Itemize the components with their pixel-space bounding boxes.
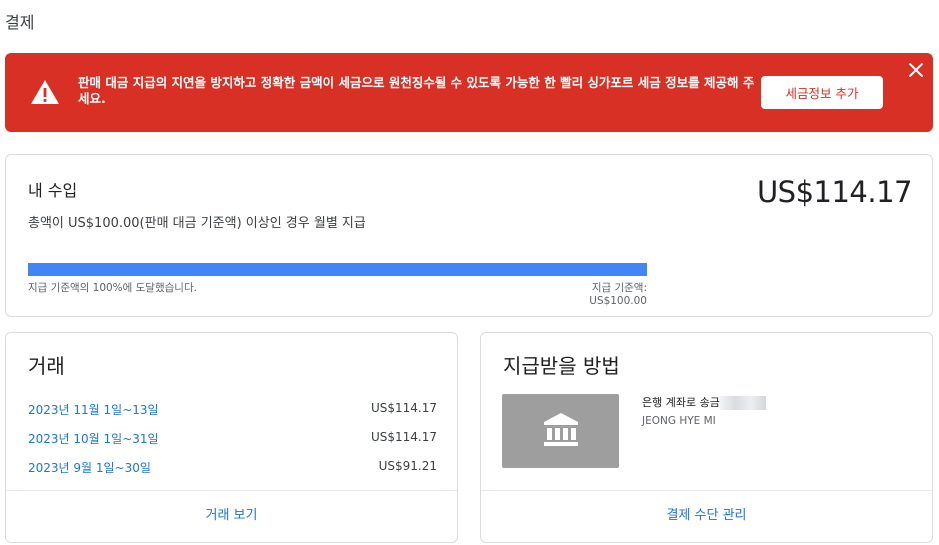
- payout-threshold-description: 총액이 US$100.00(판매 대금 기준액) 이상인 경우 월별 지급: [28, 216, 366, 231]
- redacted-account-number: [719, 396, 766, 410]
- earnings-amount: US$114.17: [756, 175, 913, 209]
- manage-payment-methods-button[interactable]: 결제 수단 관리: [481, 490, 932, 542]
- transaction-period-link[interactable]: 2023년 10월 1일~31일: [28, 430, 159, 447]
- progress-status-label: 지급 기준액의 100%에 도달했습니다.: [28, 282, 197, 294]
- account-holder-name: JEONG HYE MI: [642, 415, 716, 427]
- page-title: 결제: [5, 13, 35, 32]
- view-transactions-button[interactable]: 거래 보기: [6, 490, 457, 542]
- transactions-title: 거래: [28, 354, 65, 378]
- warning-icon: [31, 80, 59, 104]
- payout-progress-bar: [28, 263, 647, 276]
- transactions-card: 거래 2023년 11월 1일~13일 US$114.17 2023년 10월 …: [5, 332, 458, 543]
- earnings-title: 내 수입: [28, 181, 78, 200]
- payout-method-label: 은행 계좌로 송금: [642, 396, 720, 409]
- add-tax-info-button[interactable]: 세금정보 추가: [761, 76, 883, 109]
- payout-method-card: 지급받을 방법 은행 계좌로 송금 JEONG HYE MI 결제 수단 관리: [480, 332, 933, 543]
- transaction-period-link[interactable]: 2023년 9월 1일~30일: [28, 459, 151, 476]
- bank-icon: [544, 413, 578, 446]
- transaction-row: 2023년 11월 1일~13일 US$114.17: [28, 401, 437, 419]
- payout-progress-fill: [28, 263, 647, 276]
- bank-icon-tile: [502, 394, 619, 468]
- tax-info-alert: 판매 대금 지급의 지연을 방지하고 정확한 금액이 세금으로 원천징수될 수 …: [5, 53, 933, 132]
- transaction-row: 2023년 9월 1일~30일 US$91.21: [28, 459, 437, 477]
- transaction-row: 2023년 10월 1일~31일 US$114.17: [28, 430, 437, 448]
- transaction-amount: US$114.17: [370, 401, 437, 415]
- transaction-amount: US$91.21: [378, 459, 437, 473]
- transaction-period-link[interactable]: 2023년 11월 1일~13일: [28, 401, 159, 418]
- transaction-amount: US$114.17: [370, 430, 437, 444]
- payout-method-title: 지급받을 방법: [503, 354, 620, 378]
- payout-method-name: 은행 계좌로 송금: [642, 394, 766, 410]
- earnings-card: 내 수입 US$114.17 총액이 US$100.00(판매 대금 기준액) …: [5, 154, 933, 317]
- progress-threshold-label: 지급 기준액: US$100.00: [589, 282, 647, 307]
- alert-message: 판매 대금 지급의 지연을 방지하고 정확한 금액이 세금으로 원천징수될 수 …: [78, 75, 755, 106]
- close-icon[interactable]: [907, 61, 925, 79]
